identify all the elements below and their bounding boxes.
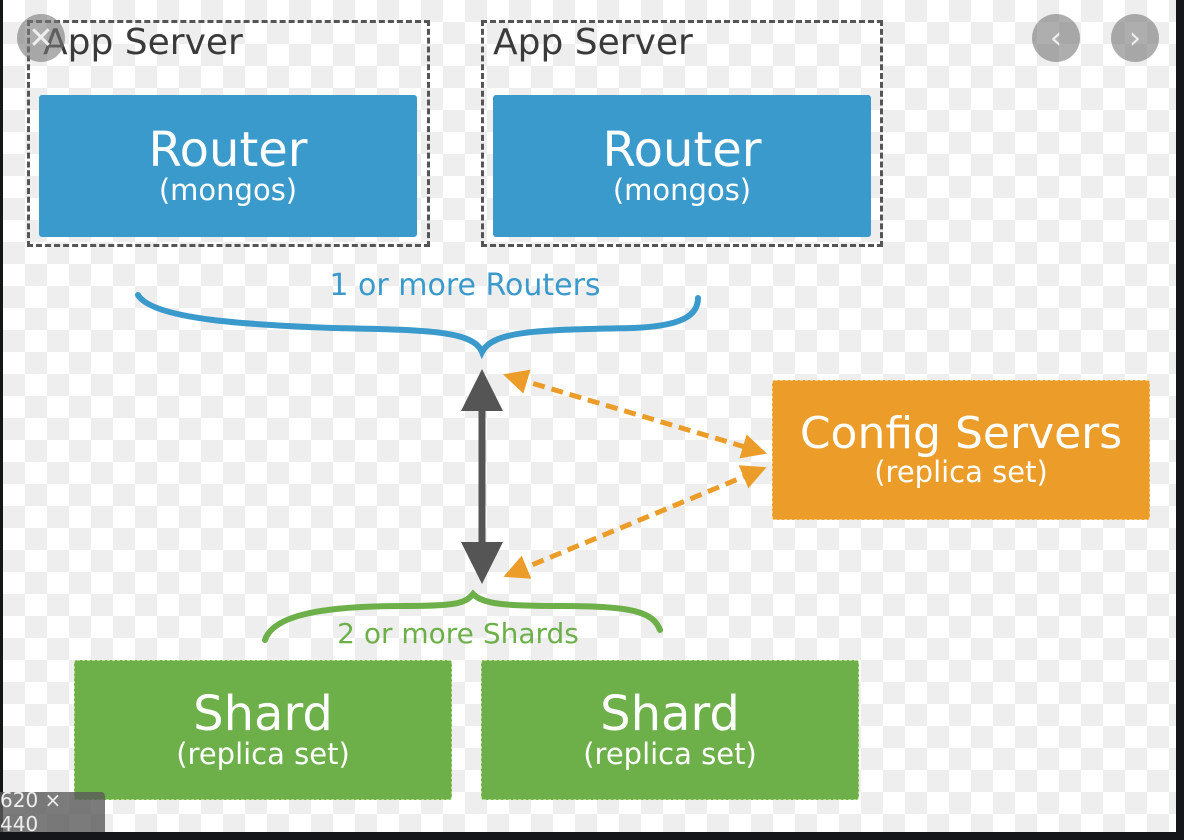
routers-caption: 1 or more Routers xyxy=(329,268,601,303)
shard-subtitle: (replica set) xyxy=(583,737,757,772)
shard-box: Shard (replica set) xyxy=(481,660,859,800)
shard-config-arrow xyxy=(503,465,767,579)
image-preview: App Server Router (mongos) App Server Ro… xyxy=(3,0,1176,832)
shard-box: Shard (replica set) xyxy=(74,660,452,800)
routers-brace xyxy=(135,292,701,360)
chevron-left-icon: ‹ xyxy=(1050,20,1062,56)
router-subtitle: (mongos) xyxy=(158,173,298,208)
shard-subtitle: (replica set) xyxy=(176,737,350,772)
previous-image-button[interactable]: ‹ xyxy=(1032,14,1080,62)
config-title: Config Servers xyxy=(799,407,1123,459)
router-box: Router (mongos) xyxy=(39,95,417,237)
config-subtitle: (replica set) xyxy=(874,455,1048,490)
app-server-label: App Server xyxy=(43,22,243,63)
config-servers-box: Config Servers (replica set) xyxy=(772,380,1150,520)
shard-title: Shard xyxy=(600,685,740,742)
shard-title: Shard xyxy=(193,685,333,742)
shards-caption: 2 or more Shards xyxy=(337,617,579,650)
chevron-right-icon: › xyxy=(1129,20,1141,56)
image-size-badge: 620 × 440 xyxy=(0,788,105,836)
router-title: Router xyxy=(602,121,762,178)
router-title: Router xyxy=(148,121,308,178)
router-box: Router (mongos) xyxy=(493,95,871,237)
close-button[interactable]: ✕ xyxy=(17,14,65,62)
next-image-button[interactable]: › xyxy=(1111,14,1159,62)
close-x-icon: ✕ xyxy=(28,20,54,56)
router-config-arrow xyxy=(503,369,767,459)
app-server-label: App Server xyxy=(493,22,693,63)
router-subtitle: (mongos) xyxy=(612,173,752,208)
